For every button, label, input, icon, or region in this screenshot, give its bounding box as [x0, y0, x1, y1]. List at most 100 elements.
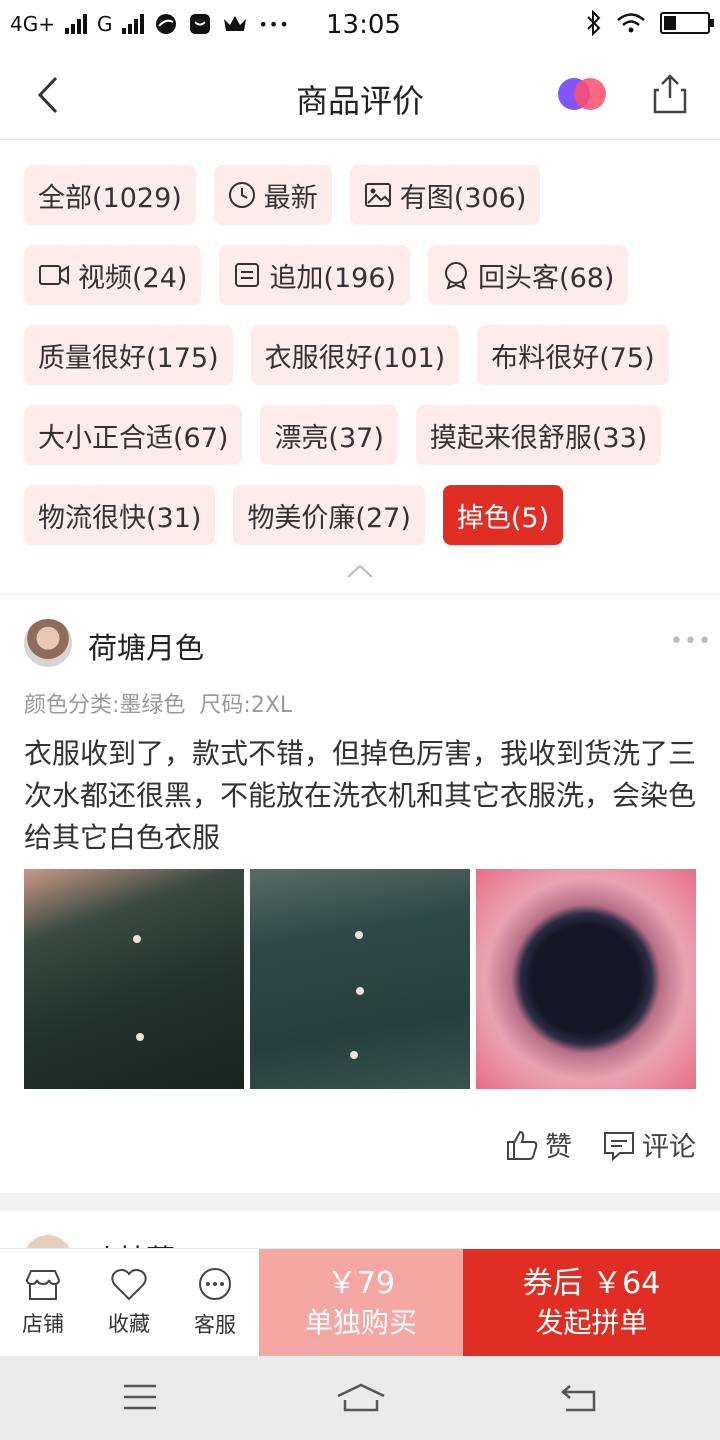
review-photo[interactable]	[24, 869, 244, 1089]
next-review-card: 叶林蔓	[0, 1211, 720, 1251]
product-spec: 颜色分类:墨绿色 尺码:2XL	[24, 687, 292, 719]
filter-latest[interactable]: 最新	[213, 165, 332, 225]
header-bar: 商品评价	[0, 50, 720, 140]
filter-label: 布料很好(75)	[491, 342, 655, 374]
signal2-icon	[122, 14, 145, 34]
review-text: 衣服收到了，款式不错，但掉色厉害，我收到货洗了三次水都还很黑，不能放在洗衣机和其…	[24, 737, 697, 854]
clock-icon	[228, 182, 255, 208]
filter-appended[interactable]: 追加(196)	[219, 245, 411, 305]
service-label: 客服	[194, 1312, 236, 1337]
home-icon[interactable]	[336, 1382, 386, 1414]
filter-label: 视频(24)	[78, 262, 188, 294]
comment-icon	[604, 1131, 634, 1161]
filter-fading[interactable]: 掉色(5)	[442, 485, 564, 545]
image-icon	[364, 183, 391, 207]
buy-single-button[interactable]: ￥79 单独购买	[259, 1249, 463, 1357]
message-notification-icon	[190, 14, 211, 34]
filter-label: 全部(1029)	[38, 182, 182, 214]
thumbs-up-icon	[507, 1130, 538, 1160]
filter-good-value[interactable]: 物美价廉(27)	[233, 485, 425, 545]
group-buy-button[interactable]: 券后 ￥64 发起拼单	[463, 1249, 720, 1357]
more-notifications-label: •••	[258, 14, 290, 34]
status-bar: 4G+ G ••• 13:05	[0, 0, 720, 50]
chat-icon	[199, 1267, 231, 1300]
filter-row: 质量很好(175) 衣服很好(101) 布料很好(75)	[24, 325, 704, 385]
comment-label: 评论	[642, 1132, 696, 1163]
network-label: 4G+	[10, 12, 55, 36]
filter-label: 掉色(5)	[456, 502, 550, 534]
section-gap	[0, 1193, 720, 1211]
filter-label: 物流很快(31)	[38, 502, 202, 534]
wifi-icon	[617, 13, 645, 33]
group-label: 发起拼单	[535, 1306, 648, 1339]
filter-label: 最新	[263, 182, 318, 214]
store-label: 店铺	[22, 1311, 64, 1336]
filter-size-fit[interactable]: 大小正合适(67)	[24, 405, 243, 465]
note-icon	[235, 263, 260, 287]
status-left: 4G+ G •••	[10, 12, 290, 36]
filter-quality[interactable]: 质量很好(175)	[24, 325, 233, 385]
collapse-chevron-up-icon[interactable]	[346, 562, 374, 580]
app-notification-icon	[156, 14, 177, 34]
review-photos	[24, 869, 696, 1089]
more-options-icon[interactable]: •••	[670, 629, 712, 654]
badge-icon	[445, 262, 468, 290]
brand-logo-icon[interactable]	[558, 50, 608, 140]
single-price: ￥79	[326, 1266, 396, 1301]
crown-notification-icon	[224, 16, 247, 31]
filter-returning[interactable]: 回头客(68)	[428, 245, 629, 305]
review-actions: 赞 评论	[505, 1125, 696, 1164]
filter-fast-shipping[interactable]: 物流很快(31)	[24, 485, 216, 545]
review-photo[interactable]	[250, 869, 470, 1089]
filter-comfortable[interactable]: 摸起来很舒服(33)	[415, 405, 662, 465]
filter-row: 全部(1029) 最新 有图(306)	[24, 165, 704, 225]
like-label: 赞	[545, 1132, 572, 1163]
network2-label: G	[96, 12, 113, 36]
filter-video[interactable]: 视频(24)	[24, 245, 202, 305]
filter-row: 物流很快(31) 物美价廉(27) 掉色(5)	[24, 485, 704, 545]
filter-label: 有图(306)	[399, 182, 527, 214]
filter-label: 摸起来很舒服(33)	[429, 422, 648, 454]
filter-all[interactable]: 全部(1029)	[24, 165, 196, 225]
bluetooth-icon	[587, 10, 601, 36]
avatar[interactable]	[24, 619, 72, 667]
back-nav-icon[interactable]	[560, 1382, 600, 1414]
store-icon	[25, 1269, 61, 1300]
filter-label: 回头客(68)	[478, 262, 615, 294]
system-nav-bar	[0, 1356, 720, 1440]
page-title: 商品评价	[295, 82, 424, 120]
review-card: 荷塘月色 ••• 颜色分类:墨绿色 尺码:2XL 衣服收到了，款式不错，但掉色厉害…	[0, 595, 720, 1193]
favorite-label: 收藏	[108, 1311, 150, 1336]
comment-button[interactable]: 评论	[602, 1125, 696, 1164]
status-right	[586, 10, 714, 36]
filter-row: 视频(24) 追加(196) 回头客(68)	[24, 245, 704, 305]
filter-label: 大小正合适(67)	[38, 422, 229, 454]
share-icon[interactable]	[650, 72, 690, 116]
filter-label: 物美价廉(27)	[247, 502, 411, 534]
color-spec: 颜色分类:墨绿色	[24, 693, 186, 718]
clock: 13:05	[326, 10, 401, 40]
filter-row: 大小正合适(67) 漂亮(37) 摸起来很舒服(33)	[24, 405, 704, 465]
filter-with-images[interactable]: 有图(306)	[349, 165, 541, 225]
filter-label: 质量很好(175)	[38, 342, 219, 374]
filter-label: 漂亮(37)	[274, 422, 384, 454]
size-spec: 尺码:2XL	[199, 693, 293, 718]
battery-icon	[660, 12, 714, 34]
menu-icon[interactable]	[122, 1382, 158, 1412]
group-price: 券后 ￥64	[522, 1266, 661, 1301]
heart-icon	[111, 1268, 147, 1300]
favorite-button[interactable]: 收藏	[86, 1249, 172, 1356]
video-icon	[39, 265, 69, 285]
filter-label: 衣服很好(101)	[264, 342, 446, 374]
customer-service-button[interactable]: 客服	[172, 1249, 258, 1356]
filter-fabric[interactable]: 布料很好(75)	[477, 325, 669, 385]
signal-icon	[64, 14, 87, 34]
single-label: 单独购买	[304, 1306, 417, 1339]
review-photo[interactable]	[476, 869, 696, 1089]
bottom-action-bar: 店铺 收藏 客服 ￥79 单独购买 券后 ￥64 发起拼单	[0, 1248, 720, 1357]
filter-tags: 全部(1029) 最新 有图(306) 视频(24) 追加(196) 回头客(6…	[24, 165, 704, 565]
filter-pretty[interactable]: 漂亮(37)	[260, 405, 398, 465]
like-button[interactable]: 赞	[505, 1125, 572, 1164]
filter-clothes-good[interactable]: 衣服很好(101)	[250, 325, 460, 385]
store-button[interactable]: 店铺	[0, 1249, 86, 1356]
